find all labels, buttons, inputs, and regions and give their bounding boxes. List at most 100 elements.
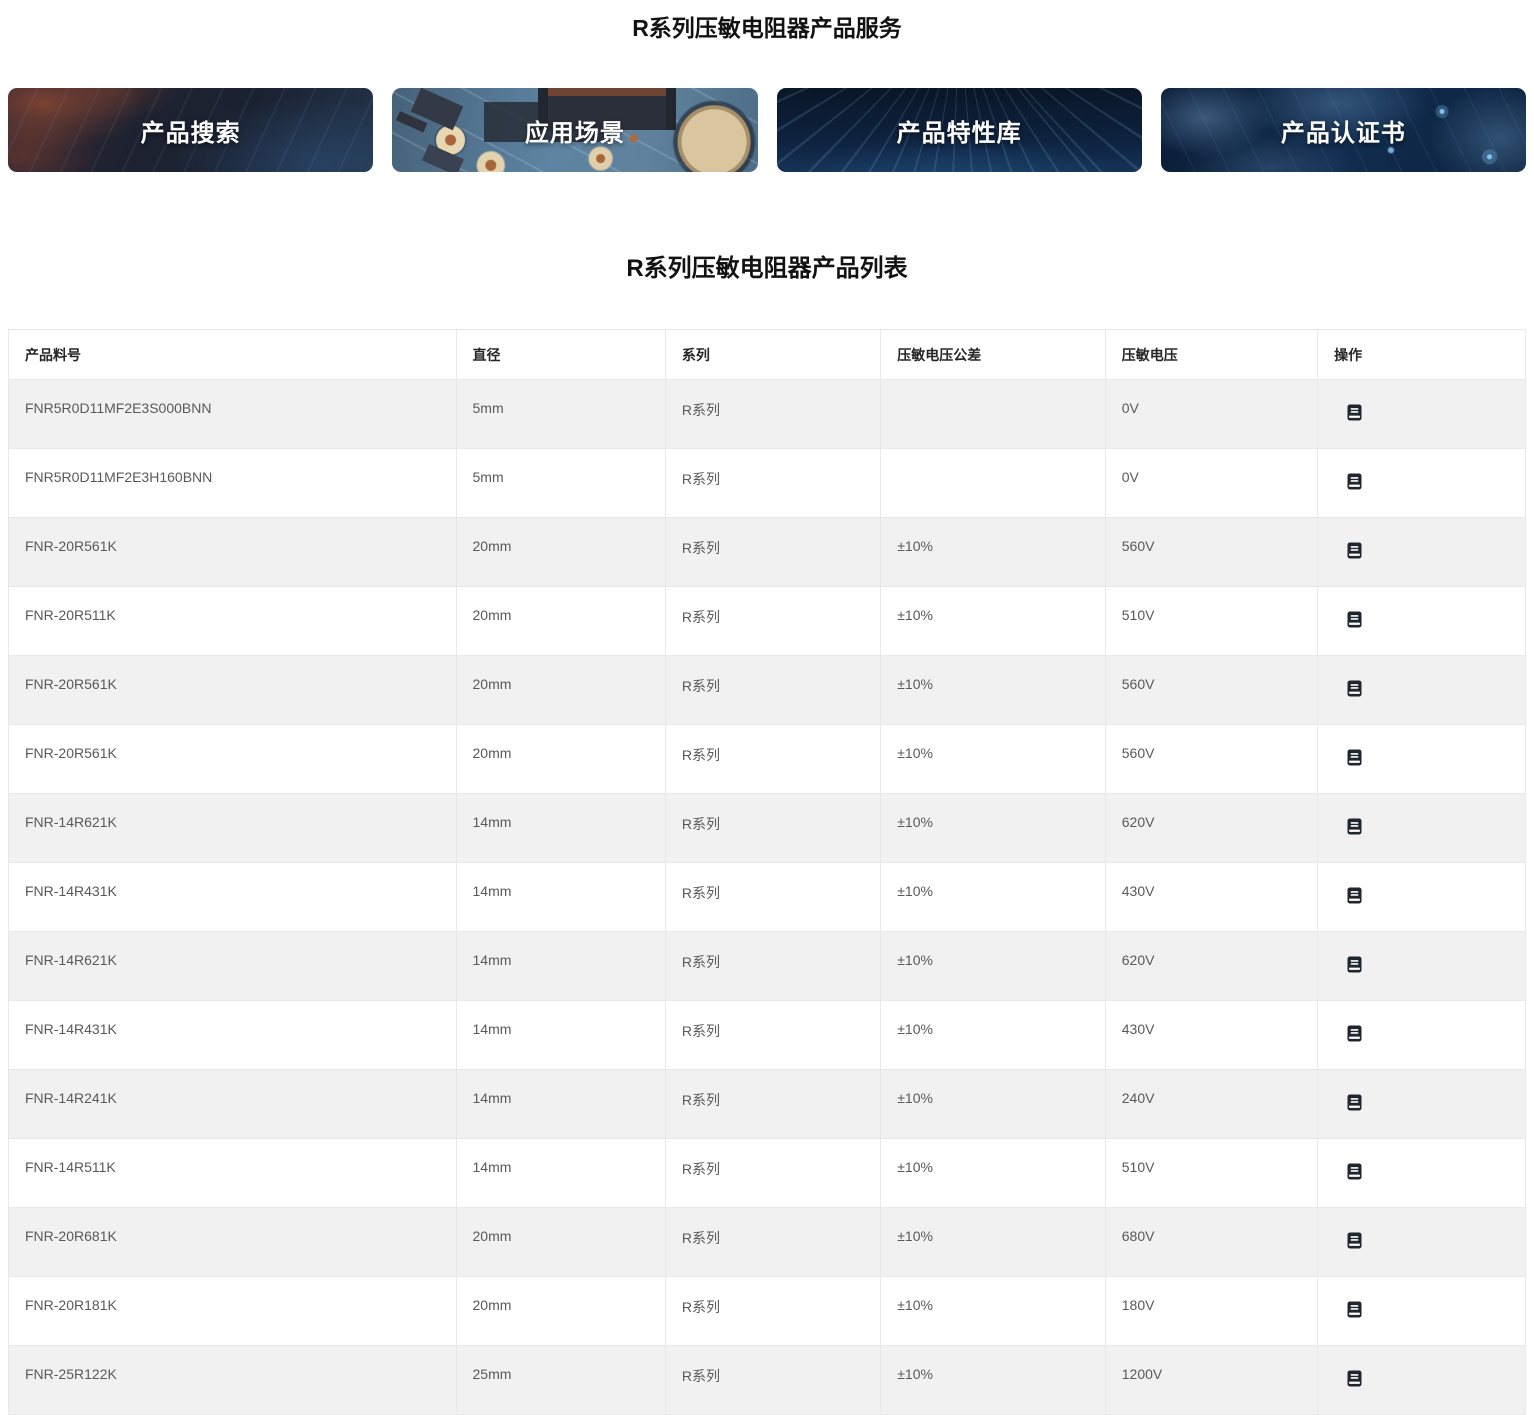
cell-voltage: 620V (1105, 932, 1317, 1001)
cell-diameter: 14mm (456, 863, 665, 932)
product-table: 产品料号 直径 系列 压敏电压公差 压敏电压 操作 FNR5R0D11MF2E3… (8, 329, 1526, 1415)
notebook-icon[interactable] (1346, 404, 1363, 421)
notebook-icon[interactable] (1346, 680, 1363, 697)
cell-series: R系列 (665, 1346, 880, 1415)
cell-tolerance: ±10% (881, 1070, 1106, 1139)
col-header-part-number: 产品料号 (9, 330, 457, 380)
notebook-icon[interactable] (1346, 1232, 1363, 1249)
cell-part: FNR-20R561K (9, 518, 457, 587)
banner-product-characteristics[interactable]: 产品特性库 (777, 88, 1142, 172)
cell-diameter: 14mm (456, 794, 665, 863)
table-row: FNR5R0D11MF2E3S000BNN5mmR系列0V (9, 380, 1526, 449)
cell-tolerance (881, 380, 1106, 449)
cell-action (1318, 1001, 1526, 1070)
notebook-icon[interactable] (1346, 473, 1363, 490)
page-title: R系列压敏电阻器产品服务 (8, 14, 1526, 42)
cell-action (1318, 725, 1526, 794)
cell-series: R系列 (665, 725, 880, 794)
cell-diameter: 20mm (456, 1277, 665, 1346)
cell-part: FNR-14R621K (9, 794, 457, 863)
cell-voltage: 560V (1105, 518, 1317, 587)
table-row: FNR-20R561K20mmR系列±10%560V (9, 725, 1526, 794)
cell-voltage: 510V (1105, 1139, 1317, 1208)
cell-diameter: 20mm (456, 587, 665, 656)
cell-voltage: 430V (1105, 863, 1317, 932)
cell-diameter: 14mm (456, 1001, 665, 1070)
cell-diameter: 20mm (456, 725, 665, 794)
cell-action (1318, 656, 1526, 725)
notebook-icon[interactable] (1346, 611, 1363, 628)
cell-series: R系列 (665, 1208, 880, 1277)
notebook-icon[interactable] (1346, 1025, 1363, 1042)
table-row: FNR-20R561K20mmR系列±10%560V (9, 656, 1526, 725)
table-row: FNR-14R431K14mmR系列±10%430V (9, 1001, 1526, 1070)
cell-series: R系列 (665, 449, 880, 518)
cell-voltage: 240V (1105, 1070, 1317, 1139)
cell-part: FNR-20R681K (9, 1208, 457, 1277)
cell-action (1318, 1139, 1526, 1208)
cell-part: FNR-20R561K (9, 725, 457, 794)
notebook-icon[interactable] (1346, 1094, 1363, 1111)
col-header-voltage-tolerance: 压敏电压公差 (881, 330, 1106, 380)
table-header-row: 产品料号 直径 系列 压敏电压公差 压敏电压 操作 (9, 330, 1526, 380)
cell-part: FNR-14R241K (9, 1070, 457, 1139)
cell-tolerance (881, 449, 1106, 518)
cell-action (1318, 449, 1526, 518)
cell-diameter: 20mm (456, 518, 665, 587)
banner-application-scenes-label: 应用场景 (525, 113, 625, 148)
table-row: FNR-20R181K20mmR系列±10%180V (9, 1277, 1526, 1346)
cell-action (1318, 1070, 1526, 1139)
notebook-icon[interactable] (1346, 956, 1363, 973)
table-row: FNR-20R681K20mmR系列±10%680V (9, 1208, 1526, 1277)
table-row: FNR-20R561K20mmR系列±10%560V (9, 518, 1526, 587)
cell-series: R系列 (665, 1070, 880, 1139)
cell-tolerance: ±10% (881, 656, 1106, 725)
banner-product-characteristics-label: 产品特性库 (897, 113, 1022, 148)
page-container: R系列压敏电阻器产品服务 产品搜索 应用场景 产品特性库 产品认证书 R系列压敏… (0, 14, 1534, 1415)
cell-series: R系列 (665, 518, 880, 587)
notebook-icon[interactable] (1346, 1163, 1363, 1180)
cell-voltage: 560V (1105, 725, 1317, 794)
notebook-icon[interactable] (1346, 1301, 1363, 1318)
notebook-icon[interactable] (1346, 887, 1363, 904)
cell-tolerance: ±10% (881, 725, 1106, 794)
banner-product-search-label: 产品搜索 (141, 113, 241, 148)
cell-part: FNR5R0D11MF2E3H160BNN (9, 449, 457, 518)
cell-action (1318, 518, 1526, 587)
banner-product-search[interactable]: 产品搜索 (8, 88, 373, 172)
banner-row: 产品搜索 应用场景 产品特性库 产品认证书 (8, 88, 1526, 172)
col-header-actions: 操作 (1318, 330, 1526, 380)
cell-series: R系列 (665, 380, 880, 449)
table-row: FNR-14R621K14mmR系列±10%620V (9, 794, 1526, 863)
cell-tolerance: ±10% (881, 1208, 1106, 1277)
cell-voltage: 1200V (1105, 1346, 1317, 1415)
col-header-series: 系列 (665, 330, 880, 380)
cell-series: R系列 (665, 794, 880, 863)
cell-diameter: 5mm (456, 449, 665, 518)
col-header-diameter: 直径 (456, 330, 665, 380)
cell-tolerance: ±10% (881, 794, 1106, 863)
notebook-icon[interactable] (1346, 818, 1363, 835)
notebook-icon[interactable] (1346, 1370, 1363, 1387)
cell-part: FNR5R0D11MF2E3S000BNN (9, 380, 457, 449)
table-row: FNR-14R511K14mmR系列±10%510V (9, 1139, 1526, 1208)
cell-series: R系列 (665, 932, 880, 1001)
product-table-head: 产品料号 直径 系列 压敏电压公差 压敏电压 操作 (9, 330, 1526, 380)
cell-part: FNR-14R511K (9, 1139, 457, 1208)
notebook-icon[interactable] (1346, 542, 1363, 559)
cell-voltage: 510V (1105, 587, 1317, 656)
banner-application-scenes[interactable]: 应用场景 (392, 88, 757, 172)
cell-action (1318, 380, 1526, 449)
cell-tolerance: ±10% (881, 1346, 1106, 1415)
cell-part: FNR-14R431K (9, 1001, 457, 1070)
cell-voltage: 0V (1105, 449, 1317, 518)
cell-part: FNR-14R431K (9, 863, 457, 932)
notebook-icon[interactable] (1346, 749, 1363, 766)
product-table-body: FNR5R0D11MF2E3S000BNN5mmR系列0V FNR5R0D11M… (9, 380, 1526, 1415)
cell-part: FNR-25R122K (9, 1346, 457, 1415)
cell-part: FNR-20R181K (9, 1277, 457, 1346)
cell-action (1318, 1346, 1526, 1415)
cell-diameter: 14mm (456, 932, 665, 1001)
cell-action (1318, 932, 1526, 1001)
banner-product-certificates[interactable]: 产品认证书 (1161, 88, 1526, 172)
